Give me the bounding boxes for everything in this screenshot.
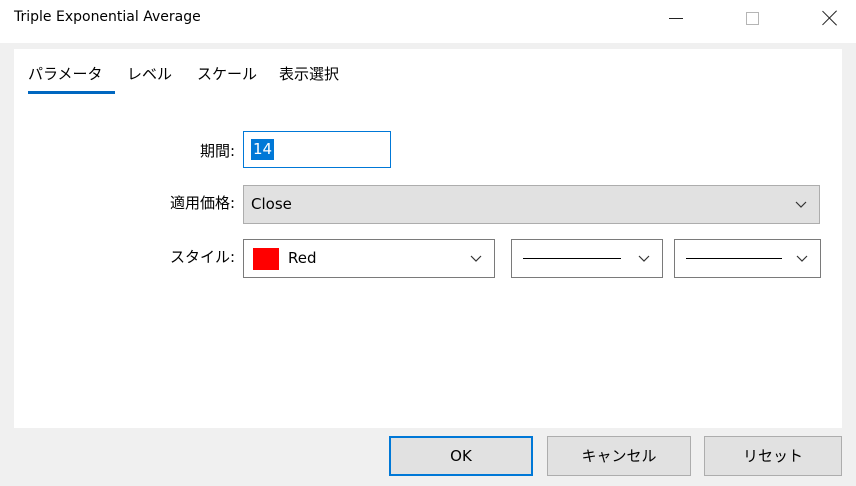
period-label: 期間: [199,142,235,160]
close-button[interactable] [806,0,854,36]
color-swatch [253,248,279,270]
minimize-icon [669,17,683,19]
line-width-select[interactable] [674,239,821,278]
ok-button[interactable]: OK [389,436,533,476]
line-style-sample [523,258,621,259]
tab-visualization[interactable]: 表示選択 [279,62,339,94]
chevron-down-icon [795,201,807,208]
color-select[interactable]: Red [243,239,495,278]
tab-scale[interactable]: スケール [197,62,257,94]
close-icon [822,10,838,26]
title-bar: Triple Exponential Average [0,0,856,43]
chevron-down-icon [470,255,482,262]
window-title: Triple Exponential Average [14,9,201,25]
apply-to-value: Close [251,195,292,213]
minimize-button[interactable] [652,0,700,36]
color-value: Red [288,249,317,267]
reset-button[interactable]: リセット [704,436,842,476]
chevron-down-icon [796,255,808,262]
period-input[interactable]: 14 [243,131,391,168]
chevron-down-icon [638,255,650,262]
style-label: スタイル: [169,248,235,266]
apply-to-label: 適用価格: [169,194,235,212]
tab-parameters[interactable]: パラメータ [28,62,115,94]
cancel-button[interactable]: キャンセル [547,436,691,476]
period-value: 14 [251,139,275,160]
line-width-sample [686,258,782,259]
maximize-button[interactable] [728,0,776,36]
apply-to-select[interactable]: Close [243,185,820,224]
line-style-select[interactable] [511,239,663,278]
maximize-icon [745,11,759,25]
tab-levels[interactable]: レベル [127,62,172,94]
